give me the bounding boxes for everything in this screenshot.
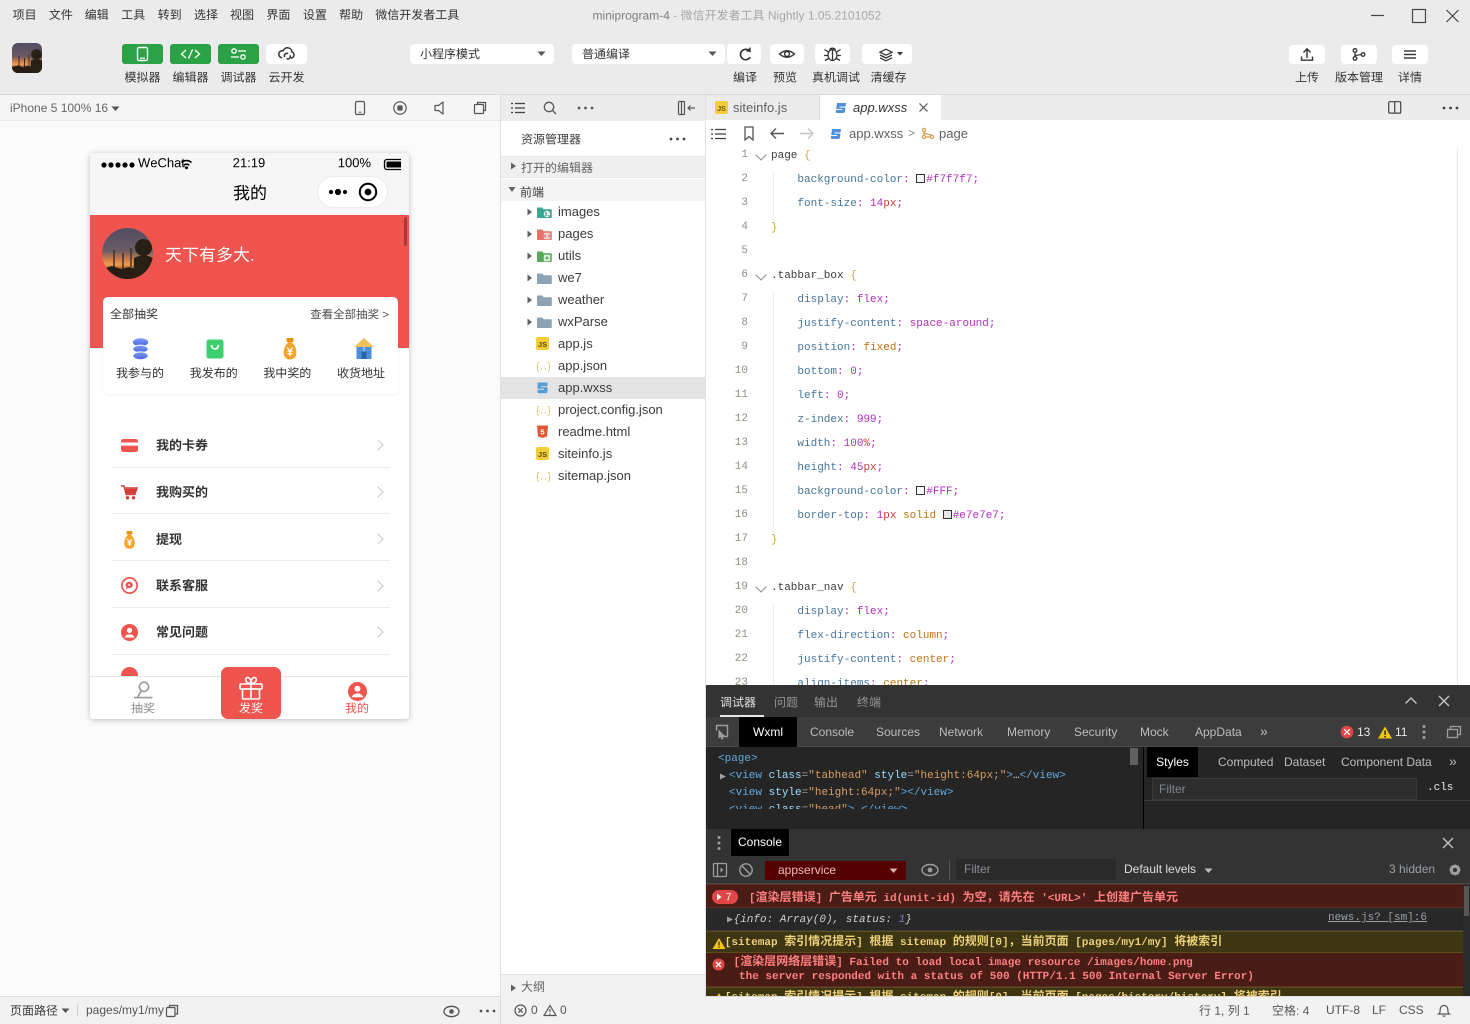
- svg-text:{..}: {..}: [536, 362, 551, 373]
- svg-text:JS: JS: [538, 340, 547, 349]
- svg-text:{..}: {..}: [536, 406, 551, 417]
- svg-text:JS: JS: [717, 106, 726, 113]
- svg-text:5: 5: [540, 428, 544, 437]
- svg-text:{..}: {..}: [536, 472, 551, 483]
- svg-text:JS: JS: [538, 450, 547, 459]
